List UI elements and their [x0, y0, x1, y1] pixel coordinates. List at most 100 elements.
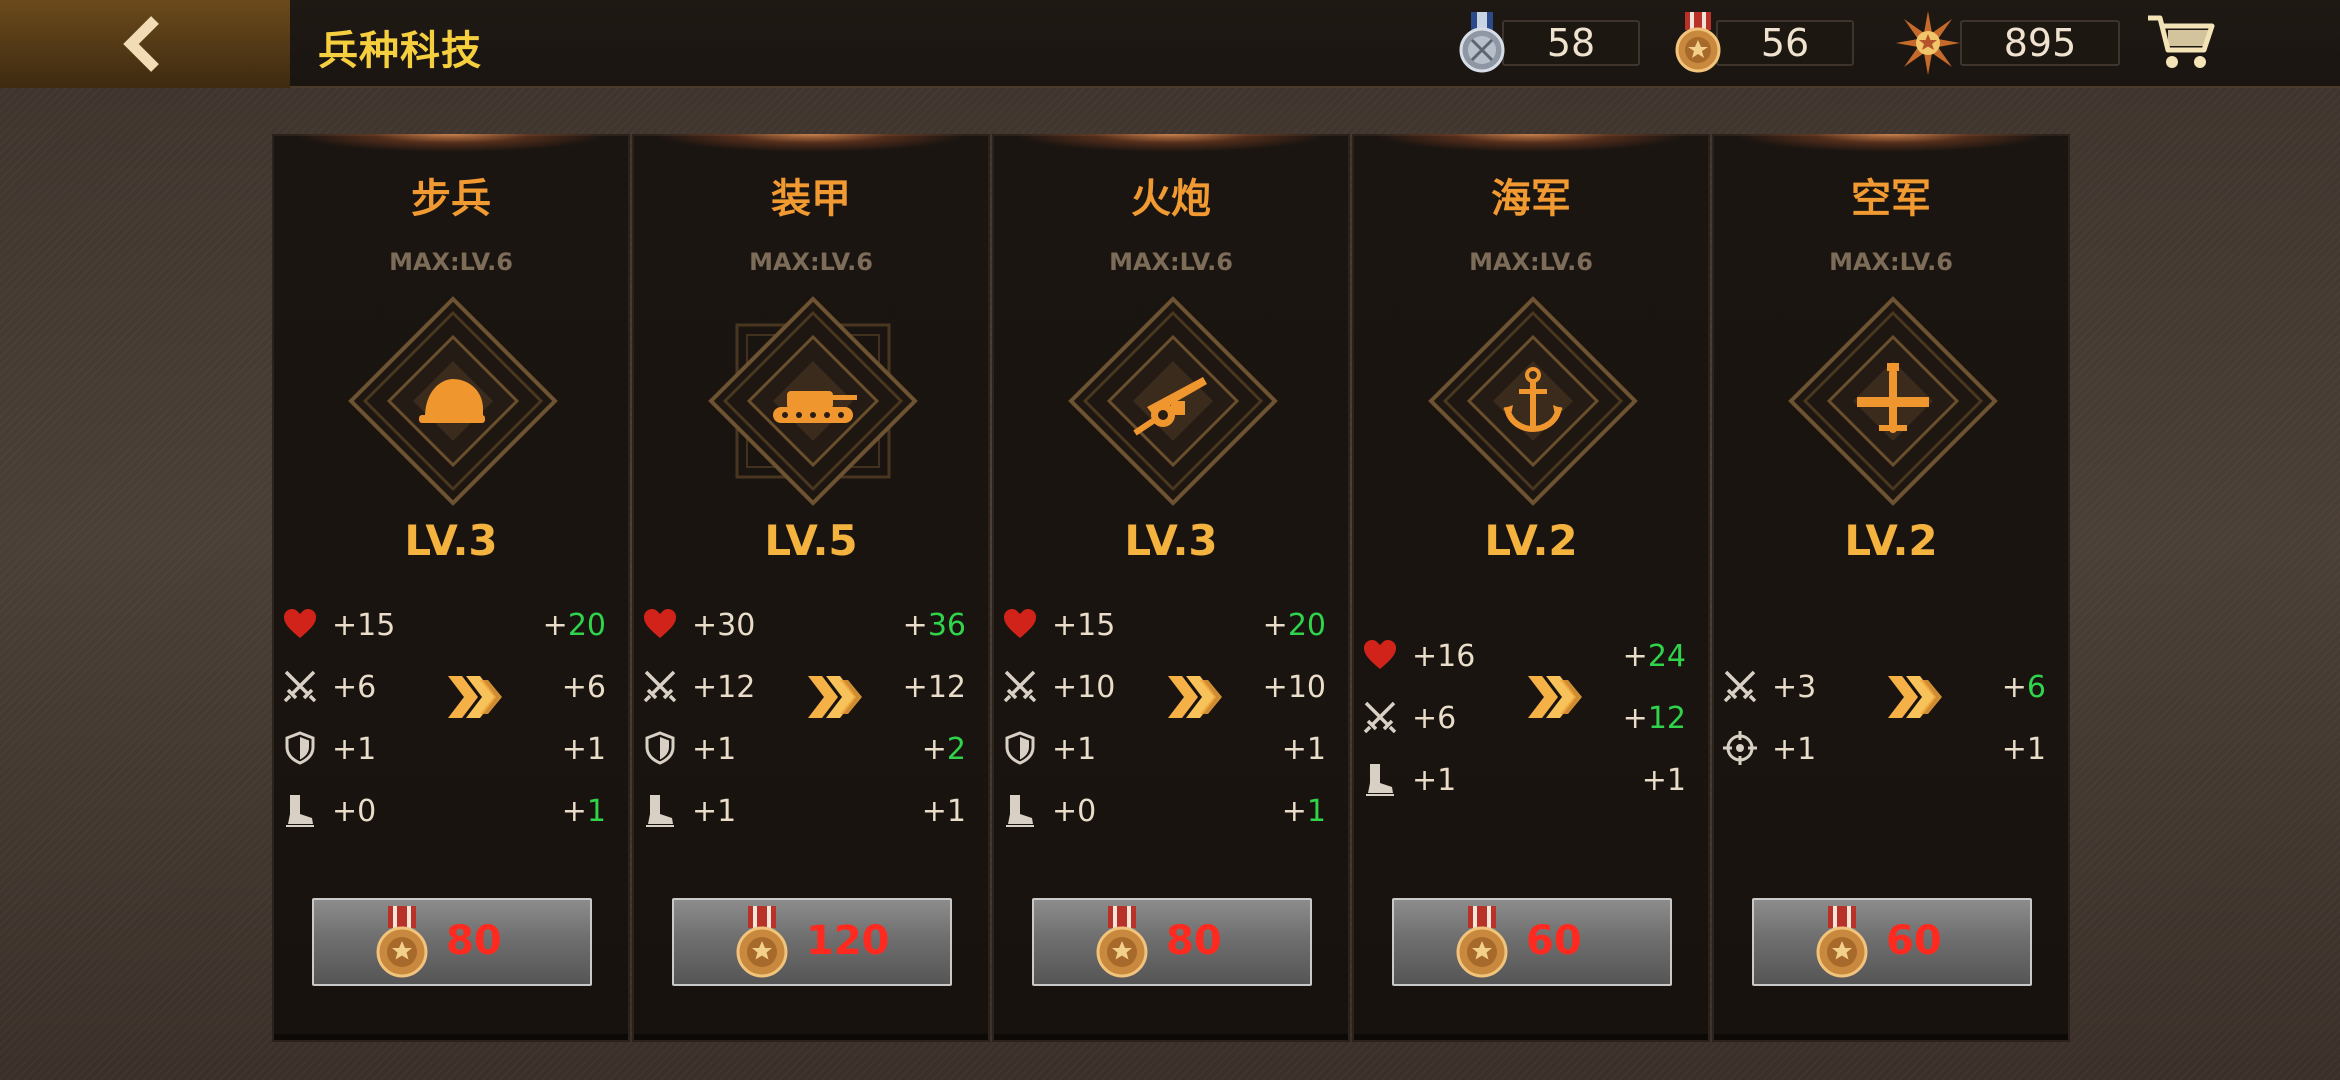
branch-panels: 步兵 MAX:LV.6 LV.3 +15 +20 +6 +6 +1 +1 +0 +1 80 装甲 MAX:…	[272, 134, 2072, 1042]
swords-icon	[282, 668, 318, 704]
stat-current-value: +6	[332, 670, 377, 705]
card-top-glow	[1374, 134, 1688, 152]
silver-medal-icon	[1459, 12, 1505, 73]
bronze-medal-icon	[1814, 906, 1870, 978]
resource-value: 56	[1716, 20, 1854, 66]
resource-star-badge: 895	[1892, 11, 2120, 75]
stat-row: +1 +2	[634, 728, 988, 768]
plane-icon	[1783, 291, 2003, 511]
stat-next-value: +6	[2001, 670, 2046, 705]
stat-next-value: +1	[2001, 732, 2046, 767]
card-top-glow	[1014, 134, 1328, 152]
upgrade-button[interactable]: 60	[1752, 898, 2032, 986]
branch-name: 海军	[1491, 176, 1571, 222]
resource-bronze-medal: 56	[1668, 12, 1854, 73]
stat-row: +1 +1	[1714, 728, 2068, 768]
tank-icon	[703, 291, 923, 511]
stat-next-value: +1	[921, 794, 966, 829]
heart-icon	[1002, 606, 1038, 642]
bronze-medal-icon	[374, 906, 430, 978]
stat-next-value: +24	[1622, 639, 1686, 674]
branch-card: 步兵 MAX:LV.6 LV.3 +15 +20 +6 +6 +1 +1 +0 +1 80	[272, 134, 630, 1042]
upgrade-button[interactable]: 120	[672, 898, 952, 986]
stat-current-value: +15	[332, 608, 396, 643]
back-button[interactable]	[0, 0, 290, 88]
stat-next-value: +1	[1281, 794, 1326, 829]
stat-current-value: +10	[1052, 670, 1116, 705]
crosshair-icon	[1722, 730, 1758, 766]
heart-icon	[1362, 637, 1398, 673]
page-title: 兵种科技	[318, 28, 482, 74]
shop-cart-icon[interactable]	[2144, 8, 2216, 74]
stat-current-value: +1	[332, 732, 377, 767]
shield-icon	[282, 730, 318, 766]
boot-icon	[282, 792, 318, 828]
upgrade-button[interactable]: 80	[312, 898, 592, 986]
upgrade-arrows-icon	[804, 672, 864, 722]
swords-icon	[642, 668, 678, 704]
stat-current-value: +16	[1412, 639, 1476, 674]
branch-card: 装甲 MAX:LV.6 LV.5 +30 +36 +12 +12 +1 +2 +1 +1 120	[632, 134, 990, 1042]
resource-value: 58	[1502, 20, 1640, 66]
current-level: LV.3	[404, 516, 498, 565]
stat-row: +15 +20	[994, 604, 1348, 644]
upgrade-cost: 80	[1166, 918, 1222, 964]
current-level: LV.5	[764, 516, 858, 565]
stat-current-value: +3	[1772, 670, 1817, 705]
stat-next-value: +20	[542, 608, 606, 643]
stat-row: +1 +1	[634, 790, 988, 830]
upgrade-arrows-icon	[1164, 672, 1224, 722]
stat-next-value: +1	[1641, 763, 1686, 798]
max-level-label: MAX:LV.6	[749, 248, 873, 276]
current-level: LV.2	[1484, 516, 1578, 565]
branch-card: 海军 MAX:LV.6 LV.2 +16 +24 +6 +12 +1 +1 60	[1352, 134, 1710, 1042]
swords-icon	[1002, 668, 1038, 704]
branch-name: 装甲	[771, 176, 851, 222]
upgrade-cost: 120	[806, 918, 890, 964]
stat-next-value: +12	[902, 670, 966, 705]
boot-icon	[642, 792, 678, 828]
upgrade-cost: 60	[1526, 918, 1582, 964]
upgrade-arrows-icon	[1524, 672, 1584, 722]
stat-next-value: +1	[561, 794, 606, 829]
max-level-label: MAX:LV.6	[1469, 248, 1593, 276]
stat-row: +1 +1	[1354, 759, 1708, 799]
card-top-glow	[654, 134, 968, 152]
branch-name: 空军	[1851, 176, 1931, 222]
top-bar: 兵种科技 58 56 895	[0, 0, 2340, 88]
stat-next-value: +36	[902, 608, 966, 643]
current-level: LV.2	[1844, 516, 1938, 565]
stat-current-value: +1	[1772, 732, 1817, 767]
stat-current-value: +1	[692, 732, 737, 767]
stat-next-value: +1	[561, 732, 606, 767]
stat-next-value: +10	[1262, 670, 1326, 705]
stat-current-value: +1	[1412, 763, 1457, 798]
stat-next-value: +2	[921, 732, 966, 767]
bronze-medal-icon	[1094, 906, 1150, 978]
chevron-left-icon	[123, 16, 159, 72]
branch-name: 火炮	[1131, 176, 1211, 222]
heart-icon	[642, 606, 678, 642]
max-level-label: MAX:LV.6	[389, 248, 513, 276]
stat-current-value: +12	[692, 670, 756, 705]
heart-icon	[282, 606, 318, 642]
swords-icon	[1722, 668, 1758, 704]
upgrade-cost: 60	[1886, 918, 1942, 964]
upgrade-arrows-icon	[1884, 672, 1944, 722]
stat-next-value: +6	[561, 670, 606, 705]
stat-row: +0 +1	[274, 790, 628, 830]
stat-next-value: +20	[1262, 608, 1326, 643]
stat-current-value: +6	[1412, 701, 1457, 736]
stat-current-value: +1	[692, 794, 737, 829]
upgrade-button[interactable]: 60	[1392, 898, 1672, 986]
stat-row: +1 +1	[274, 728, 628, 768]
stat-row: +0 +1	[994, 790, 1348, 830]
card-top-glow	[1734, 134, 2048, 152]
stat-current-value: +0	[1052, 794, 1097, 829]
shield-icon	[642, 730, 678, 766]
swords-icon	[1362, 699, 1398, 735]
current-level: LV.3	[1124, 516, 1218, 565]
boot-icon	[1002, 792, 1038, 828]
star-badge-icon	[1896, 11, 1960, 75]
upgrade-button[interactable]: 80	[1032, 898, 1312, 986]
